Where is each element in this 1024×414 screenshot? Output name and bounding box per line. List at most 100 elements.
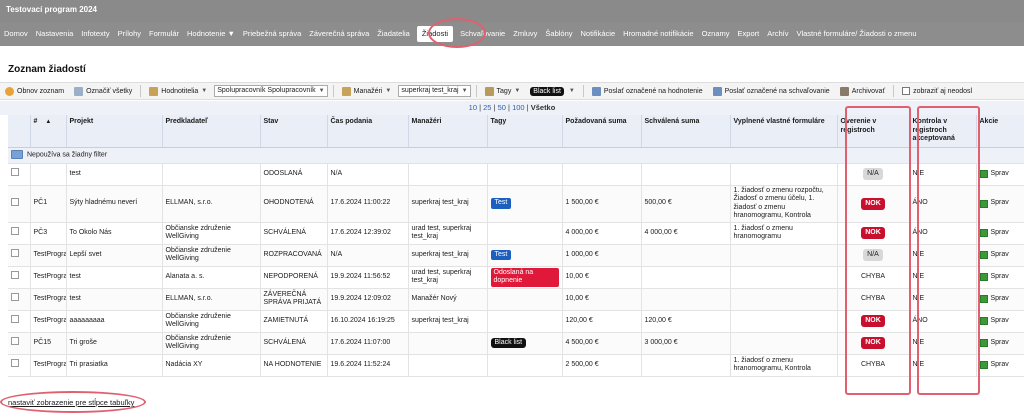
header-tags[interactable]: Požadovaná suma [562,115,642,148]
nav-item-4[interactable]: Formulár [145,22,183,46]
table-row[interactable]: PČ3 To Okolo Nás Občianske združenie WellG… [8,222,1024,245]
row-select-cell[interactable] [8,185,31,223]
filter-cell[interactable]: Nepoužíva sa žiadny filter [8,147,1024,164]
header-applicant-col[interactable]: Predkladateľ [162,115,261,148]
row-select-cell[interactable] [8,310,31,333]
table-row[interactable]: PČ15 Tri groše Občianske združenie WellGiv… [8,332,1024,355]
table-row[interactable]: TestProgram5Lepší svetObčianske združeni… [8,244,1024,267]
row-checkbox[interactable] [11,293,19,302]
row-select-cell[interactable] [8,163,31,186]
cell-actions[interactable]: Sprav [976,332,1024,355]
action-edit-button[interactable]: Sprav [979,273,1021,282]
cell-project[interactable]: Sýty hladnému neverí [66,185,163,223]
page-size-100[interactable]: 100 [512,103,525,112]
column-settings-link[interactable]: nastaviť zobrazenie pre stĺpce tabuľky [8,398,134,407]
row-select-cell[interactable] [8,288,31,311]
cell-project[interactable]: test [66,288,163,311]
row-select-cell[interactable] [8,222,31,245]
cell-actions[interactable]: Sprav [976,288,1024,311]
header-applicant[interactable]: Stav [260,115,328,148]
table-row[interactable]: TestProgram49Tri prasiatkaNadácia XYNA H… [8,354,1024,377]
table-row[interactable]: PČ1 Sýty hladnému neverí ELLMAN, s.r.o. OHO… [8,185,1024,223]
header-managers[interactable]: Tagy [487,115,563,148]
cell-actions[interactable]: Sprav [976,244,1024,267]
manager-select[interactable]: superkraj test_kraj ▼ [398,85,471,97]
page-size-25[interactable]: 25 [483,103,491,112]
action-edit-button[interactable]: Sprav [979,229,1021,238]
nav-item-10[interactable]: Schvaľovanie [456,22,509,46]
action-edit-button[interactable]: Sprav [979,317,1021,326]
nav-item-18[interactable]: Vlastné formuláre/ Žiadosti o zmenu [792,22,920,46]
send-approval-button[interactable]: Poslať označené na schvaľovanie [708,86,835,96]
row-select-cell[interactable] [8,332,31,355]
header-forms[interactable]: Overenie v registroch [837,115,910,148]
cell-project[interactable]: To Okolo Nás [66,222,163,245]
nav-item-15[interactable]: Oznamy [698,22,734,46]
action-edit-button[interactable]: Sprav [979,361,1021,370]
table-row[interactable]: TestProgram7testELLMAN, s.r.o.ZÁVEREČNÁ … [8,288,1024,311]
row-checkbox[interactable] [11,271,19,280]
action-edit-button[interactable]: Sprav [979,170,1021,179]
nav-item-6[interactable]: Priebežná správa [239,22,305,46]
header-submitted[interactable]: Manažéri [408,115,488,148]
table-row[interactable]: TestProgram/008aaaaaaaaaObčianske združe… [8,310,1024,333]
collaborator-select[interactable]: Spolupracovník Spolupracovník ▼ [214,85,328,97]
nav-item-13[interactable]: Notifikácie [577,22,620,46]
select-all-button[interactable]: Označiť všetky [69,86,137,96]
row-checkbox[interactable] [11,337,19,346]
action-edit-button[interactable]: Sprav [979,251,1021,260]
nav-item-17[interactable]: Archív [763,22,792,46]
nav-item-9[interactable]: Žiadosti [416,26,454,42]
header-registry-accepted[interactable]: Akcie [976,115,1024,148]
nav-item-7[interactable]: Záverečná správa [305,22,373,46]
action-edit-button[interactable]: Sprav [979,295,1021,304]
archive-button[interactable]: Archivovať [835,86,890,96]
show-unsent-toggle[interactable]: zobraziť aj neodosl [897,87,977,95]
row-checkbox[interactable] [11,249,19,258]
managers-dropdown[interactable]: Manažéri ▼ [337,86,397,96]
page-size-10[interactable]: 10 [469,103,477,112]
row-checkbox[interactable] [11,227,19,236]
nav-item-14[interactable]: Hromadné notifikácie [619,22,697,46]
cell-project[interactable]: test [66,163,163,186]
evaluators-dropdown[interactable]: Hodnotitelia ▼ [144,86,212,96]
cell-actions[interactable]: Sprav [976,163,1024,186]
cell-actions[interactable]: Sprav [976,266,1024,289]
header-approved[interactable]: Vyplnené vlastné formuláre [730,115,838,148]
tags-dropdown[interactable]: Tagy ▼ [480,86,526,96]
row-checkbox[interactable] [11,168,19,177]
cell-project[interactable]: test [66,266,163,289]
row-checkbox[interactable] [11,197,19,206]
send-evaluation-button[interactable]: Poslať označené na hodnotenie [587,86,708,96]
row-checkbox[interactable] [11,359,19,368]
refresh-button[interactable]: Obnov zoznam [0,86,69,96]
row-select-cell[interactable] [8,266,31,289]
nav-item-2[interactable]: Infotexty [77,22,113,46]
nav-item-1[interactable]: Nastavenia [32,22,78,46]
header-num[interactable]: # ▲ [30,115,67,148]
row-select-cell[interactable] [8,244,31,267]
header-requested[interactable]: Schválená suma [641,115,731,148]
page-size-all[interactable]: Všetko [531,103,556,112]
nav-item-11[interactable]: Zmluvy [509,22,541,46]
blacklist-dropdown[interactable]: Black list ▼ [525,86,580,96]
table-row[interactable]: test ODOSLANÁ N/A N/A NIE Sprav [8,163,1024,186]
header-registry-check[interactable]: Kontrola v registroch akceptovaná [909,115,977,148]
cell-project[interactable]: Tri groše [66,332,163,355]
nav-item-0[interactable]: Domov [0,22,32,46]
header-project[interactable]: Projekt [66,115,163,148]
cell-actions[interactable]: Sprav [976,354,1024,377]
cell-actions[interactable]: Sprav [976,310,1024,333]
nav-item-16[interactable]: Export [734,22,764,46]
nav-item-8[interactable]: Žiadatelia [373,22,414,46]
nav-item-5[interactable]: Hodnotenie ▼ [183,22,239,46]
action-edit-button[interactable]: Sprav [979,199,1021,208]
cell-actions[interactable]: Sprav [976,185,1024,223]
row-select-cell[interactable] [8,354,31,377]
cell-project[interactable]: Lepší svet [66,244,163,267]
nav-item-12[interactable]: Šablóny [541,22,576,46]
cell-actions[interactable]: Sprav [976,222,1024,245]
cell-project[interactable]: Tri prasiatka [66,354,163,377]
nav-item-3[interactable]: Prílohy [114,22,145,46]
action-edit-button[interactable]: Sprav [979,339,1021,348]
